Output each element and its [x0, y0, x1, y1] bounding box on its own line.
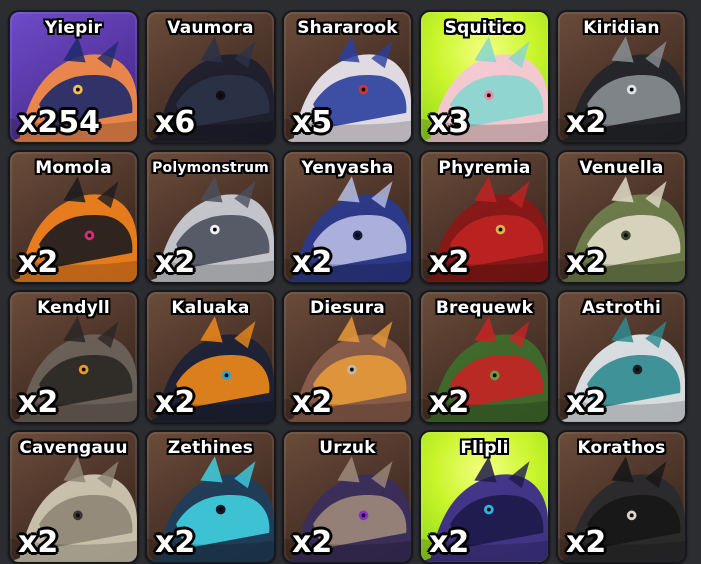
- creature-name: Cavengauu: [19, 438, 128, 458]
- creature-count: x2: [18, 385, 59, 420]
- creature-count: x5: [292, 105, 333, 140]
- creature-card-cavengauu[interactable]: Cavengauu x2: [8, 430, 139, 564]
- creature-card-zethines[interactable]: Zethines x2: [145, 430, 276, 564]
- creature-card-shararook[interactable]: Shararook x5: [282, 10, 413, 144]
- creature-count: x2: [429, 385, 470, 420]
- creature-card-yiepir[interactable]: Yiepir x254: [8, 10, 139, 144]
- creature-card-korathos[interactable]: Korathos x2: [556, 430, 687, 564]
- creature-card-phyremia[interactable]: Phyremia x2: [419, 150, 550, 284]
- creature-name: Korathos: [577, 438, 666, 458]
- creature-card-kendyll[interactable]: Kendyll x2: [8, 290, 139, 424]
- creature-name: Diesura: [310, 298, 385, 318]
- creature-card-flipli[interactable]: Flipli x2: [419, 430, 550, 564]
- creature-count: x254: [18, 105, 100, 140]
- creature-name: Squitico: [444, 18, 525, 38]
- creature-count: x6: [155, 105, 196, 140]
- creature-count: x2: [566, 245, 607, 280]
- creature-name: Vaumora: [167, 18, 254, 38]
- creature-name: Astrothi: [581, 298, 662, 318]
- creature-name: Momola: [35, 158, 112, 178]
- creature-name: Shararook: [297, 18, 398, 38]
- creature-card-kiridian[interactable]: Kiridian x2: [556, 10, 687, 144]
- creature-name: Brequewk: [435, 298, 534, 318]
- creature-name: Flipli: [460, 438, 509, 458]
- creature-name: Zethines: [167, 438, 254, 458]
- creature-name: Yenyasha: [301, 158, 394, 178]
- creature-count: x3: [429, 105, 470, 140]
- creature-card-squitico[interactable]: Squitico x3: [419, 10, 550, 144]
- creature-card-kaluaka[interactable]: Kaluaka x2: [145, 290, 276, 424]
- creature-card-momola[interactable]: Momola x2: [8, 150, 139, 284]
- creature-card-brequewk[interactable]: Brequewk x2: [419, 290, 550, 424]
- creature-card-astrothi[interactable]: Astrothi x2: [556, 290, 687, 424]
- creature-count: x2: [155, 385, 196, 420]
- creature-card-urzuk[interactable]: Urzuk x2: [282, 430, 413, 564]
- creature-name: Polymonstrum: [152, 160, 269, 176]
- creature-count: x2: [566, 525, 607, 560]
- creature-count: x2: [566, 105, 607, 140]
- creature-card-polymonstrum[interactable]: Polymonstrum x2: [145, 150, 276, 284]
- creature-count: x2: [18, 525, 59, 560]
- creature-card-diesura[interactable]: Diesura x2: [282, 290, 413, 424]
- creature-name: Kendyll: [37, 298, 110, 318]
- creature-count: x2: [292, 525, 333, 560]
- creature-name: Phyremia: [438, 158, 531, 178]
- creature-count: x2: [292, 385, 333, 420]
- creature-name: Kaluaka: [171, 298, 250, 318]
- creature-name: Venuella: [579, 158, 664, 178]
- creature-count: x2: [429, 245, 470, 280]
- creature-name: Urzuk: [319, 438, 376, 458]
- creature-name: Yiepir: [44, 18, 103, 38]
- creature-count: x2: [429, 525, 470, 560]
- creature-count: x2: [566, 385, 607, 420]
- creature-card-vaumora[interactable]: Vaumora x6: [145, 10, 276, 144]
- creature-count: x2: [18, 245, 59, 280]
- creature-name: Kiridian: [583, 18, 660, 38]
- creature-count: x2: [155, 245, 196, 280]
- creature-inventory-grid: Yiepir x254 Vaumora x6 Shararook x5 Squitic…: [8, 10, 687, 564]
- creature-count: x2: [292, 245, 333, 280]
- creature-count: x2: [155, 525, 196, 560]
- creature-card-venuella[interactable]: Venuella x2: [556, 150, 687, 284]
- creature-card-yenyasha[interactable]: Yenyasha x2: [282, 150, 413, 284]
